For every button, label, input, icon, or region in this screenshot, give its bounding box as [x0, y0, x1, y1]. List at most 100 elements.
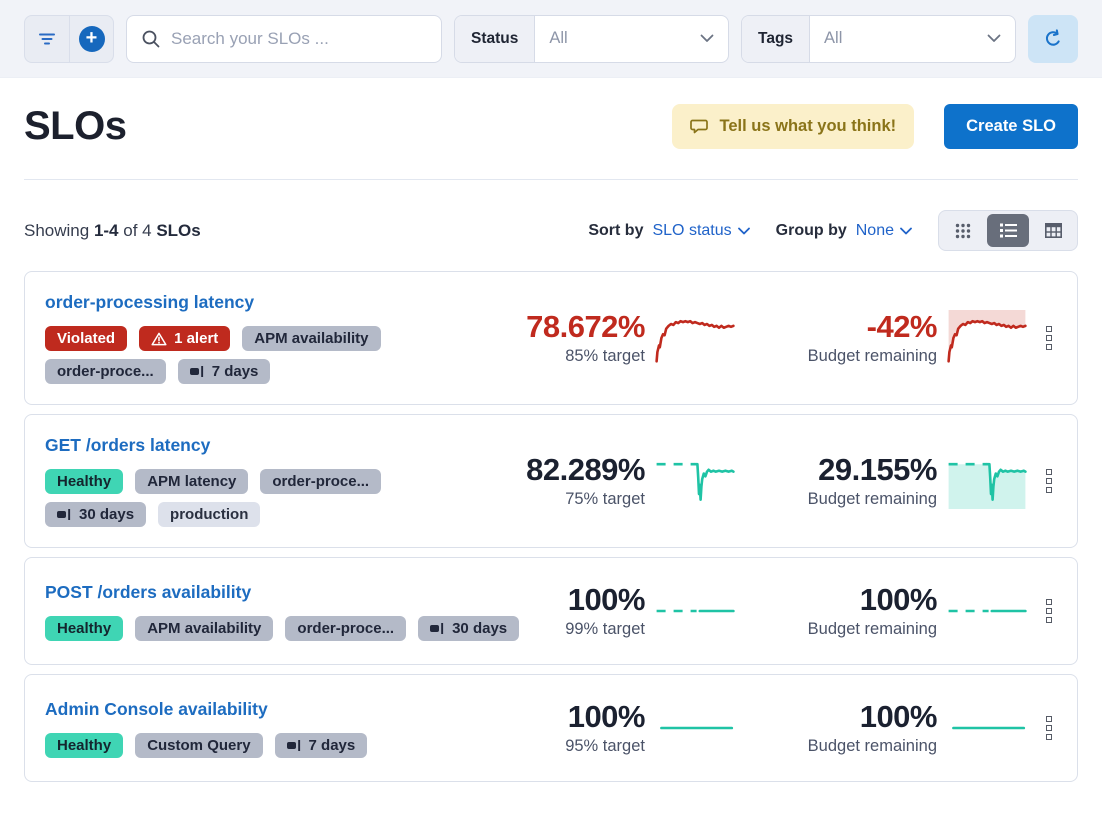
- filter-button-group: +: [24, 15, 114, 63]
- grid-view-button[interactable]: [942, 214, 984, 247]
- status-badge[interactable]: 1 alert: [139, 326, 230, 351]
- group-by-control: Group by None: [776, 222, 912, 240]
- budget-history-sparkline: [947, 310, 1027, 366]
- tag-badge[interactable]: 30 days: [45, 502, 146, 527]
- slo-status-metric: 100% 95% target: [497, 700, 735, 756]
- create-slo-button[interactable]: Create SLO: [944, 104, 1078, 149]
- chevron-down-icon: [987, 34, 1001, 43]
- metric-value: 82.289%: [497, 453, 645, 487]
- tag-badge[interactable]: APM latency: [135, 469, 248, 494]
- metric-text: -42%Budget remaining: [789, 310, 937, 366]
- slo-badge-rows: HealthyAPM availabilityorder-proce...30 …: [45, 616, 497, 641]
- badge-label: order-proce...: [272, 473, 369, 490]
- slo-card: POST /orders availability Healthy APM avai…: [24, 557, 1078, 665]
- badge-label: Healthy: [57, 737, 111, 754]
- feedback-button[interactable]: Tell us what you think!: [672, 104, 915, 149]
- badge-row: Violated 1 alert APM availability: [45, 326, 497, 351]
- tag-badge[interactable]: order-proce...: [45, 359, 166, 384]
- sort-by-dropdown[interactable]: SLO status: [652, 222, 749, 240]
- status-history-sparkline: [655, 453, 735, 509]
- metric-value: 100%: [497, 583, 645, 617]
- badge-label: Healthy: [57, 473, 111, 490]
- status-badge[interactable]: Violated: [45, 326, 127, 351]
- tag-badge[interactable]: 7 days: [275, 733, 368, 758]
- slo-title-link[interactable]: order-processing latency: [45, 292, 254, 313]
- status-filter-label: Status: [455, 16, 535, 62]
- badge-row: Healthy Custom Query 7 days: [45, 733, 497, 758]
- speech-bubble-icon: [690, 118, 710, 136]
- filter-lines-icon: [38, 32, 56, 46]
- time-window-icon: [287, 739, 302, 752]
- slo-badge-rows: Violated 1 alert APM availability order-pro…: [45, 326, 497, 384]
- metric-value: 78.672%: [497, 310, 645, 344]
- slo-badge-rows: Healthy Custom Query 7 days: [45, 733, 497, 758]
- card-menu-kebab-icon[interactable]: [1039, 593, 1059, 629]
- status-history-sparkline: [655, 583, 735, 639]
- error-budget-metric: 100%Budget remaining: [789, 583, 1027, 639]
- add-view-button[interactable]: +: [69, 16, 113, 62]
- filters-toolbar: + Status All Tags All: [0, 0, 1102, 78]
- slo-title-link[interactable]: GET /orders latency: [45, 435, 210, 456]
- chevron-down-icon: [900, 227, 912, 235]
- status-badge[interactable]: Healthy: [45, 469, 123, 494]
- slo-title-link[interactable]: POST /orders availability: [45, 582, 251, 603]
- group-by-label: Group by: [776, 222, 847, 240]
- list-controls-right: Sort by SLO status Group by None: [588, 210, 1078, 251]
- metric-label: 95% target: [497, 737, 645, 756]
- card-menu-kebab-icon[interactable]: [1039, 463, 1059, 499]
- tag-badge[interactable]: 7 days: [178, 359, 271, 384]
- status-badge[interactable]: Healthy: [45, 616, 123, 641]
- slo-card: Admin Console availability Healthy Custom …: [24, 674, 1078, 782]
- badge-label: APM availability: [147, 620, 261, 637]
- table-view-button[interactable]: [1032, 214, 1074, 247]
- slo-title-link[interactable]: Admin Console availability: [45, 699, 268, 720]
- status-history-sparkline: [655, 310, 735, 366]
- page-title: SLOs: [24, 104, 126, 149]
- budget-history-sparkline: [947, 583, 1027, 639]
- page-header: SLOs Tell us what you think! Create SLO: [0, 78, 1102, 149]
- metric-value: 100%: [497, 700, 645, 734]
- tags-filter-dropdown[interactable]: Tags All: [741, 15, 1016, 63]
- slo-card-info: POST /orders availability Healthy APM avai…: [45, 582, 497, 641]
- refresh-button[interactable]: [1028, 15, 1078, 63]
- badge-label: APM latency: [147, 473, 236, 490]
- metric-value: -42%: [789, 310, 937, 344]
- tag-badge[interactable]: order-proce...: [260, 469, 381, 494]
- metric-text: 100% 95% target: [497, 700, 645, 756]
- card-menu-kebab-icon[interactable]: [1039, 710, 1059, 746]
- slo-card: GET /orders latency Healthy APM latency ord…: [24, 414, 1078, 548]
- tag-badge[interactable]: APM availability: [242, 326, 380, 351]
- metric-text: 78.672%85% target: [497, 310, 645, 366]
- feedback-button-label: Tell us what you think!: [720, 117, 897, 136]
- metric-text: 100%Budget remaining: [789, 583, 937, 639]
- group-by-dropdown[interactable]: None: [856, 222, 912, 240]
- status-filter-dropdown[interactable]: Status All: [454, 15, 729, 63]
- search-input[interactable]: [171, 29, 427, 49]
- tag-badge[interactable]: APM availability: [135, 616, 273, 641]
- list-view-button[interactable]: [987, 214, 1029, 247]
- badge-label: Healthy: [57, 620, 111, 637]
- tag-badge[interactable]: order-proce...: [285, 616, 406, 641]
- time-window-icon: [57, 508, 72, 521]
- slo-badge-rows: Healthy APM latency order-proce... 30 days p…: [45, 469, 497, 527]
- slo-status-metric: 82.289%75% target: [497, 453, 735, 509]
- table-view-icon: [1045, 223, 1062, 238]
- saved-views-filter-button[interactable]: [25, 16, 69, 62]
- search-box: [126, 15, 442, 63]
- status-badge[interactable]: Healthy: [45, 733, 123, 758]
- grid-view-icon: [955, 223, 971, 239]
- metric-value: 100%: [789, 700, 937, 734]
- showing-count: Showing 1-4 of 4 SLOs: [24, 221, 201, 241]
- status-history-sparkline: [655, 700, 735, 756]
- status-filter-value: All: [535, 16, 728, 62]
- card-menu-kebab-icon[interactable]: [1039, 320, 1059, 356]
- budget-history-sparkline: [947, 700, 1027, 756]
- chevron-down-icon: [738, 227, 750, 235]
- chevron-down-icon: [700, 34, 714, 43]
- metric-label: Budget remaining: [789, 737, 937, 756]
- metric-text: 100% Budget remaining: [789, 700, 937, 756]
- tag-badge[interactable]: production: [158, 502, 260, 527]
- badge-row: Healthy APM latency order-proce...: [45, 469, 497, 494]
- tag-badge[interactable]: Custom Query: [135, 733, 262, 758]
- budget-history-sparkline: [947, 453, 1027, 509]
